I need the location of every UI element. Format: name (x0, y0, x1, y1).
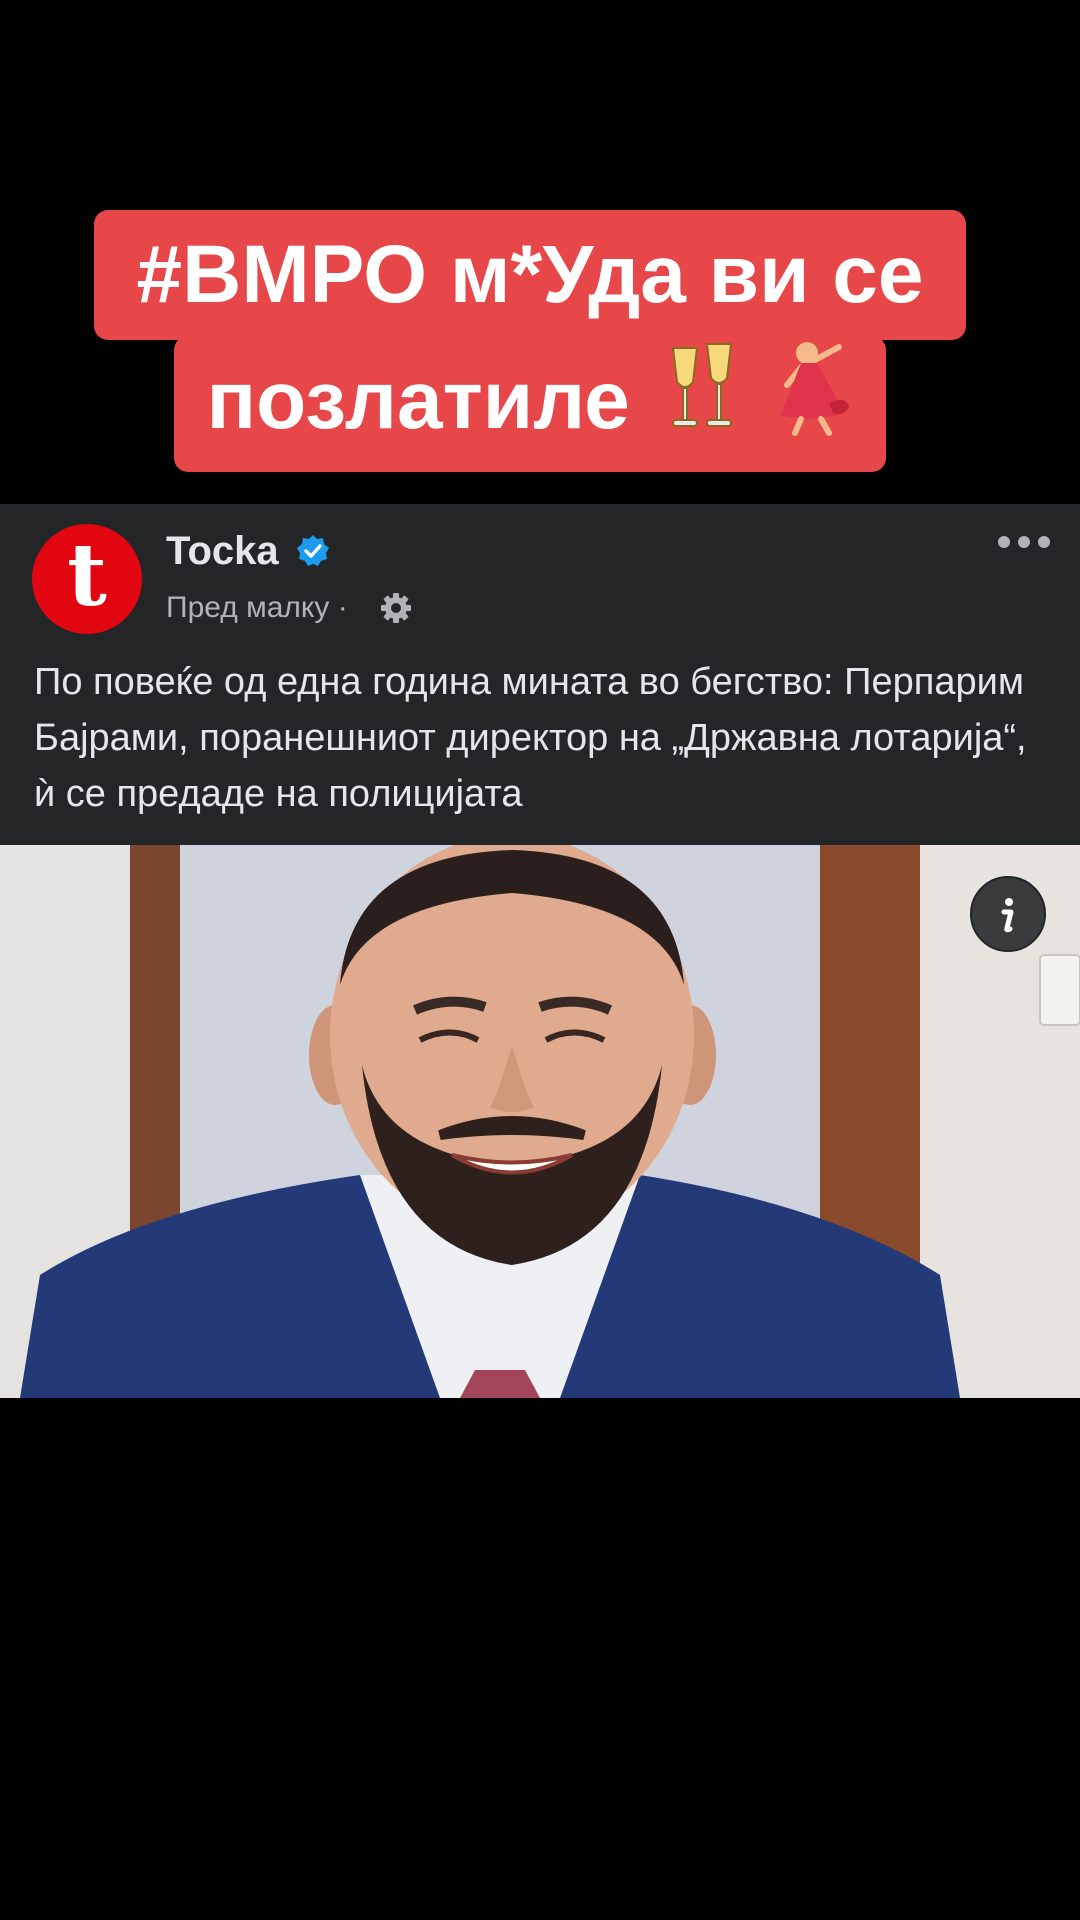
page-avatar[interactable]: t (32, 524, 142, 634)
news-photo[interactable] (0, 845, 1080, 1398)
avatar-letter: t (67, 525, 107, 626)
news-photo-illustration (0, 845, 1080, 1398)
info-icon[interactable] (970, 876, 1046, 952)
more-options-icon[interactable] (996, 532, 1052, 552)
champagne-glasses-icon (667, 340, 737, 472)
post-timestamp[interactable]: Пред малку · (166, 588, 348, 628)
page-name[interactable]: Tocka (166, 526, 279, 576)
caption-line-2-text: позлатиле (206, 355, 630, 446)
caption-line-2: позлатиле (174, 336, 886, 472)
gear-icon (381, 593, 411, 623)
dancing-woman-icon (773, 337, 853, 475)
verified-badge-icon (297, 535, 329, 566)
caption-line-1: #ВМРО м*Уда ви се (94, 210, 966, 340)
post-text[interactable]: По повеќе од една година мината во бегст… (34, 654, 1054, 822)
post-header: t Tocka Пред малку · (0, 504, 1080, 644)
